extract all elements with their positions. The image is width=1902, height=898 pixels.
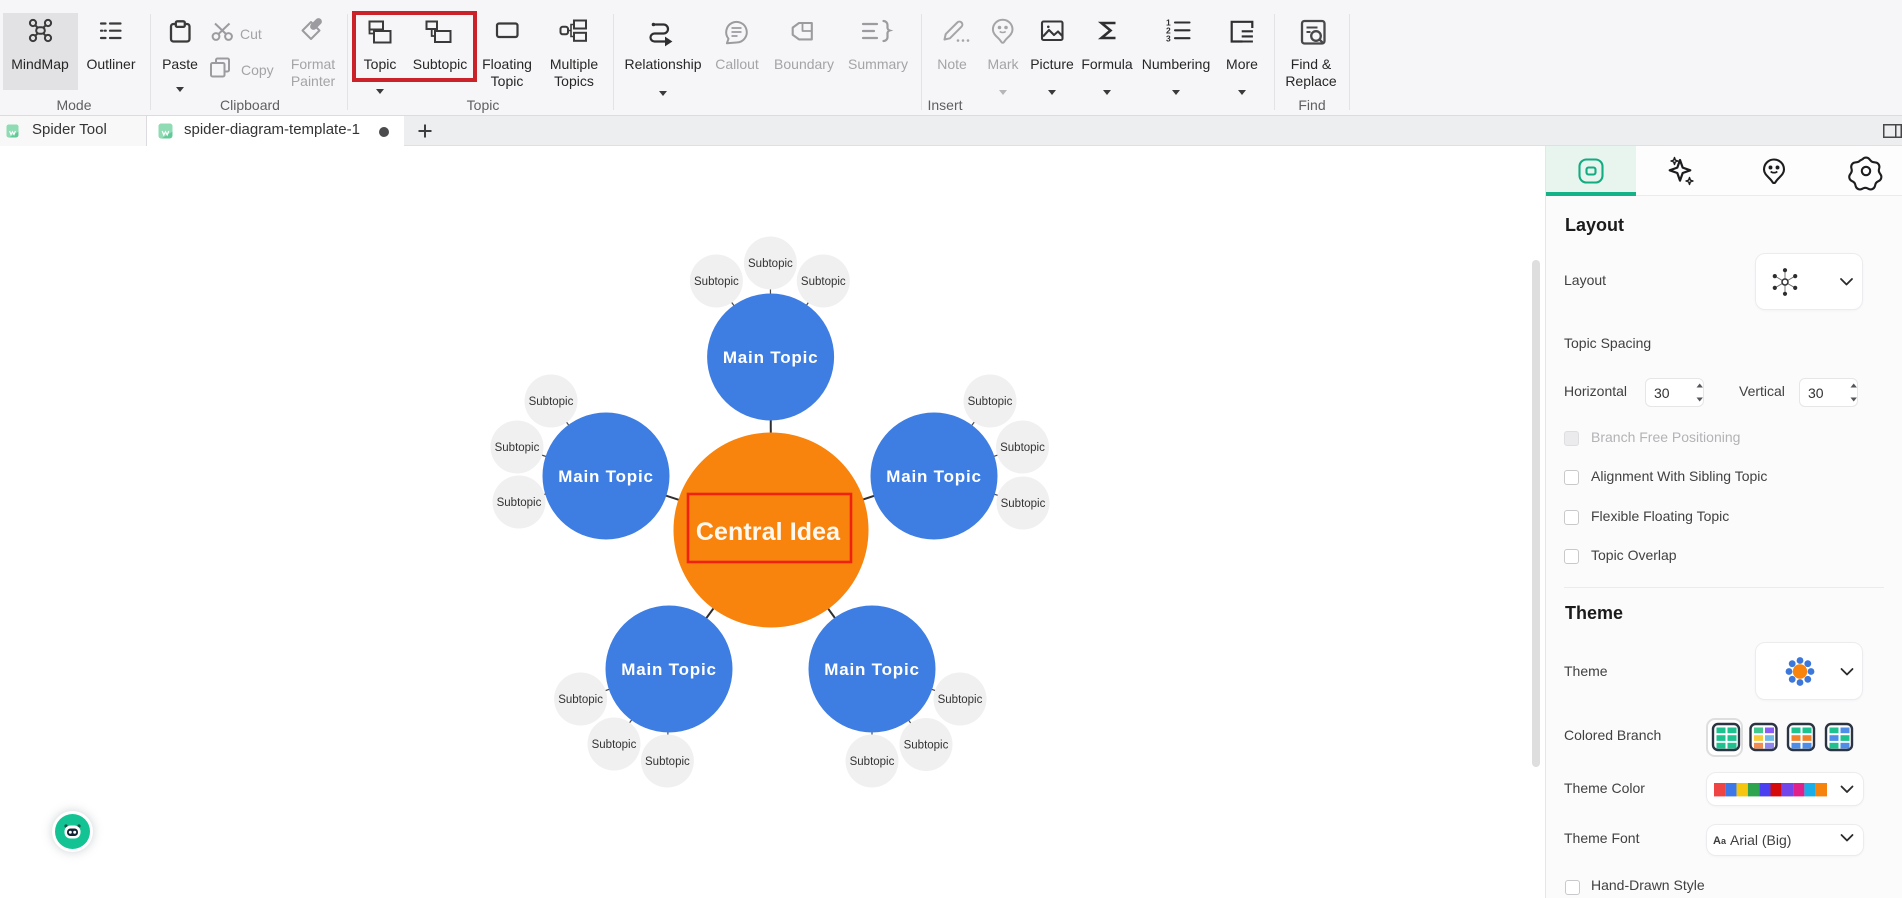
svg-text:Subtopic: Subtopic bbox=[968, 396, 1013, 408]
svg-text:Main Topic: Main Topic bbox=[621, 660, 717, 679]
svg-text:Subtopic: Subtopic bbox=[904, 740, 949, 752]
svg-text:Subtopic: Subtopic bbox=[558, 694, 603, 706]
svg-text:Subtopic: Subtopic bbox=[850, 756, 895, 768]
svg-text:Main Topic: Main Topic bbox=[723, 348, 819, 367]
svg-text:Main Topic: Main Topic bbox=[824, 660, 920, 679]
svg-text:Subtopic: Subtopic bbox=[645, 756, 690, 768]
svg-text:Subtopic: Subtopic bbox=[748, 258, 793, 270]
svg-text:Subtopic: Subtopic bbox=[801, 276, 846, 288]
svg-text:Subtopic: Subtopic bbox=[694, 276, 739, 288]
svg-text:Main Topic: Main Topic bbox=[558, 467, 654, 486]
svg-text:3: 3 bbox=[1166, 34, 1171, 44]
svg-text:A: A bbox=[1713, 835, 1721, 847]
svg-text:a: a bbox=[1721, 836, 1727, 846]
svg-text:Main Topic: Main Topic bbox=[886, 467, 982, 486]
svg-text:Subtopic: Subtopic bbox=[529, 396, 574, 408]
svg-text:Subtopic: Subtopic bbox=[497, 497, 542, 509]
svg-text:Subtopic: Subtopic bbox=[938, 694, 983, 706]
svg-text:Subtopic: Subtopic bbox=[1001, 498, 1046, 510]
svg-text:Subtopic: Subtopic bbox=[1000, 442, 1045, 454]
svg-text:Subtopic: Subtopic bbox=[495, 442, 540, 454]
svg-text:Central Idea: Central Idea bbox=[696, 518, 841, 546]
svg-text:Subtopic: Subtopic bbox=[592, 739, 637, 751]
